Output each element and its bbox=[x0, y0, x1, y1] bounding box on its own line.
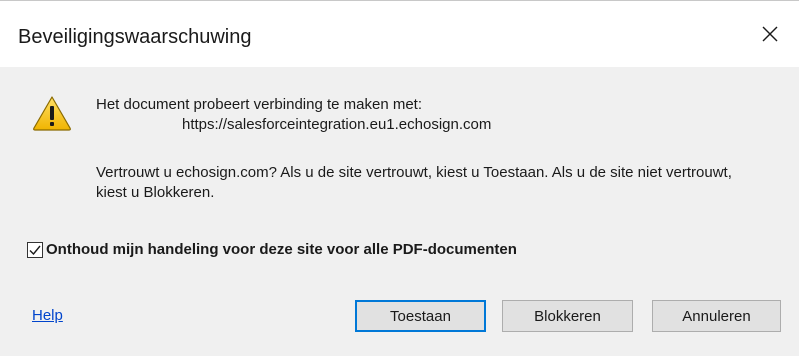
checkbox-box[interactable] bbox=[27, 241, 43, 258]
block-button[interactable]: Blokkeren bbox=[502, 300, 633, 332]
security-warning-dialog: Beveiligingswaarschuwing Het document pr… bbox=[0, 0, 799, 356]
message-line: Het document probeert verbinding te make… bbox=[96, 96, 423, 113]
help-link[interactable]: Help bbox=[32, 307, 63, 324]
cancel-button[interactable]: Annuleren bbox=[652, 300, 781, 332]
remember-action-checkbox[interactable]: Onthoud mijn handeling voor deze site vo… bbox=[27, 241, 517, 258]
allow-button[interactable]: Toestaan bbox=[355, 300, 486, 332]
close-button[interactable] bbox=[755, 19, 785, 49]
warning-icon bbox=[33, 96, 71, 131]
checkmark-icon bbox=[29, 245, 41, 255]
title-bar: Beveiligingswaarschuwing bbox=[0, 1, 799, 67]
trust-question: Vertrouwt u echosign.com? Als u de site … bbox=[96, 164, 732, 201]
target-url: https://salesforceintegration.eu1.echosi… bbox=[182, 116, 492, 133]
remember-label: Onthoud mijn handeling voor deze site vo… bbox=[46, 241, 517, 258]
message-body: Het document probeert verbinding te make… bbox=[96, 95, 776, 203]
close-icon bbox=[762, 26, 778, 42]
dialog-title: Beveiligingswaarschuwing bbox=[18, 26, 252, 48]
